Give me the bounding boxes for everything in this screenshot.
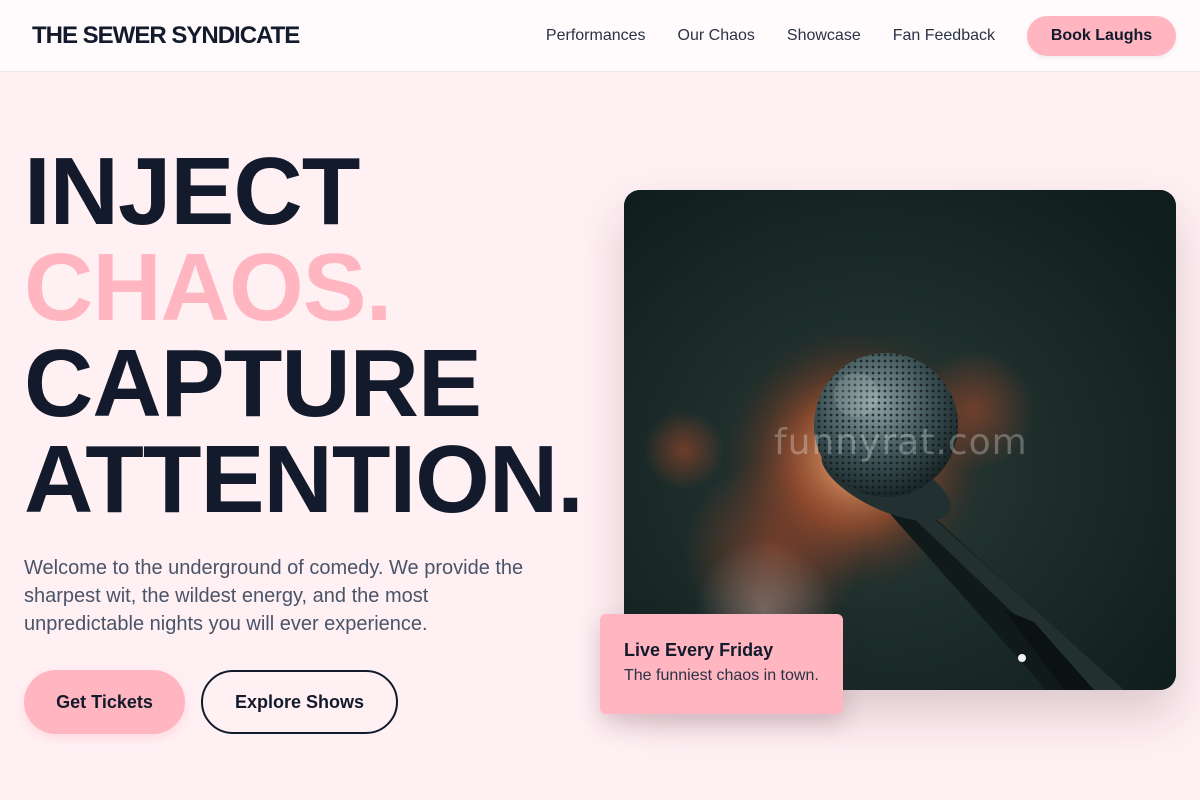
info-card-subtitle: The funniest chaos in town. bbox=[624, 667, 819, 684]
get-tickets-button[interactable]: Get Tickets bbox=[24, 670, 185, 734]
brand-logo[interactable]: THE SEWER SYNDICATE bbox=[32, 22, 300, 50]
nav-link-our-chaos[interactable]: Our Chaos bbox=[678, 27, 755, 45]
hero-line-capture: CAPTURE bbox=[24, 330, 482, 437]
hero-line-attention: ATTENTION. bbox=[24, 426, 584, 533]
nav-link-performances[interactable]: Performances bbox=[546, 27, 646, 45]
nav-link-showcase[interactable]: Showcase bbox=[787, 27, 861, 45]
book-laughs-button[interactable]: Book Laughs bbox=[1027, 15, 1176, 56]
info-card: Live Every Friday The funniest chaos in … bbox=[600, 614, 843, 714]
hero-line-chaos: CHAOS. bbox=[24, 234, 392, 341]
hero-headline: INJECT CHAOS. CAPTURE ATTENTION. bbox=[24, 138, 584, 533]
main-nav: Performances Our Chaos Showcase Fan Feed… bbox=[546, 15, 1176, 56]
info-card-title: Live Every Friday bbox=[624, 640, 774, 660]
hero-line-inject: INJECT bbox=[24, 138, 360, 245]
nav-link-fan-feedback[interactable]: Fan Feedback bbox=[893, 27, 995, 45]
top-navigation: THE SEWER SYNDICATE Performances Our Cha… bbox=[0, 0, 1200, 72]
watermark-text: funnyrat.com bbox=[774, 422, 1028, 463]
explore-shows-button[interactable]: Explore Shows bbox=[201, 670, 398, 734]
hero-description: Welcome to the underground of comedy. We… bbox=[24, 557, 524, 635]
